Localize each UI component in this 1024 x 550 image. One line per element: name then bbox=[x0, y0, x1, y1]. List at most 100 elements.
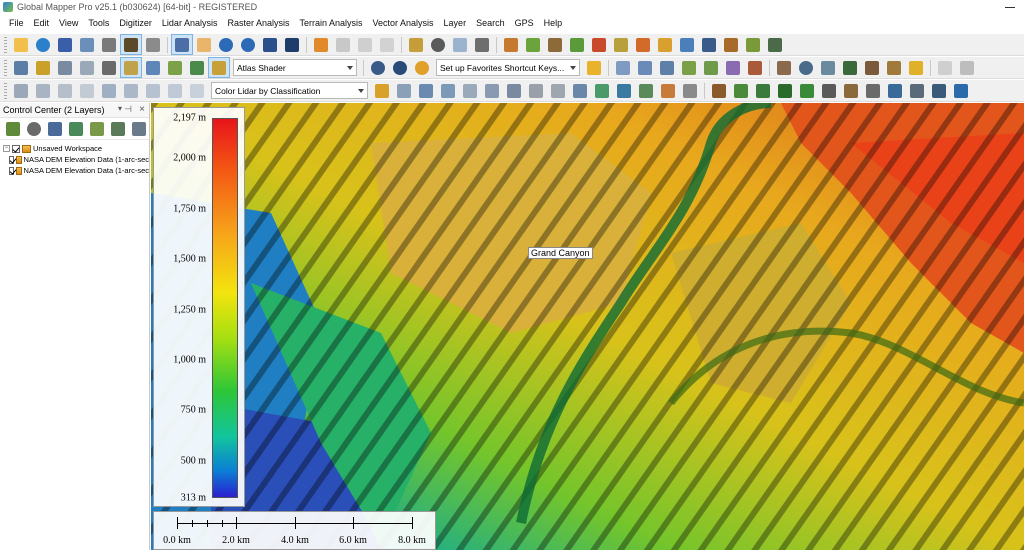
full-view-button[interactable] bbox=[282, 35, 302, 54]
vertex-tool-1-button[interactable] bbox=[11, 81, 31, 100]
terrain-tool-3-button[interactable] bbox=[545, 35, 565, 54]
classify-10-button[interactable] bbox=[907, 81, 927, 100]
digitizer-button[interactable] bbox=[311, 35, 331, 54]
vertex-tool-7-button[interactable] bbox=[143, 81, 163, 100]
vertex-tool-6-button[interactable] bbox=[121, 81, 141, 100]
terrain-tool-2-button[interactable] bbox=[523, 35, 543, 54]
vertex-tool-5-button[interactable] bbox=[99, 81, 119, 100]
terrain-tool-13-button[interactable] bbox=[765, 35, 785, 54]
cc-options-button[interactable] bbox=[25, 119, 44, 138]
terrain-tool-12-button[interactable] bbox=[743, 35, 763, 54]
lidar-tool-5-button[interactable] bbox=[701, 58, 721, 77]
raster-tool-3-button[interactable] bbox=[55, 58, 75, 77]
terrain-tool-8-button[interactable] bbox=[655, 35, 675, 54]
vertex-tool-4-button[interactable] bbox=[77, 81, 97, 100]
classify-1-button[interactable] bbox=[709, 81, 729, 100]
settings-button[interactable] bbox=[390, 58, 410, 77]
menu-view[interactable]: View bbox=[54, 18, 83, 28]
lidar-tool-l-button[interactable] bbox=[636, 81, 656, 100]
toolbar-grip[interactable] bbox=[4, 82, 7, 99]
export-button[interactable] bbox=[77, 35, 97, 54]
menu-digitizer[interactable]: Digitizer bbox=[114, 18, 157, 28]
lidar-tool-b-button[interactable] bbox=[416, 81, 436, 100]
daylight-button[interactable] bbox=[412, 58, 432, 77]
zoom-out-button[interactable] bbox=[238, 35, 258, 54]
edit-vertices-button[interactable] bbox=[333, 35, 353, 54]
back-button[interactable] bbox=[260, 35, 280, 54]
cc-layers-button[interactable] bbox=[67, 119, 86, 138]
layer-checkbox[interactable] bbox=[9, 155, 15, 164]
menu-terrain-analysis[interactable]: Terrain Analysis bbox=[294, 18, 367, 28]
lidar-tool-7-button[interactable] bbox=[745, 58, 765, 77]
projection-button[interactable] bbox=[368, 58, 388, 77]
terrain-tool-6-button[interactable] bbox=[611, 35, 631, 54]
raster-tool-5-button[interactable] bbox=[99, 58, 119, 77]
terrain-tool-7-button[interactable] bbox=[633, 35, 653, 54]
lidar-tool-4-button[interactable] bbox=[679, 58, 699, 77]
lidar-tool-g-button[interactable] bbox=[526, 81, 546, 100]
menu-file[interactable]: File bbox=[4, 18, 29, 28]
raster-tool-7-button[interactable] bbox=[143, 58, 163, 77]
lidar-filter-button[interactable] bbox=[372, 81, 392, 100]
open-file-button[interactable] bbox=[11, 35, 31, 54]
feature-info-button[interactable] bbox=[428, 35, 448, 54]
terrain-tool-1-button[interactable] bbox=[501, 35, 521, 54]
path-profile-button[interactable] bbox=[472, 35, 492, 54]
vertex-tool-2-button[interactable] bbox=[33, 81, 53, 100]
menu-vector-analysis[interactable]: Vector Analysis bbox=[368, 18, 439, 28]
close-icon[interactable]: × bbox=[139, 104, 145, 115]
lidar-tool-e-button[interactable] bbox=[482, 81, 502, 100]
lidar-tool-6-button[interactable] bbox=[723, 58, 743, 77]
analysis-tool-2-button[interactable] bbox=[796, 58, 816, 77]
terrain-tool-9-button[interactable] bbox=[677, 35, 697, 54]
menu-layer[interactable]: Layer bbox=[439, 18, 472, 28]
vertex-tool-9-button[interactable] bbox=[187, 81, 207, 100]
cc-zoom-layer-button[interactable] bbox=[87, 119, 106, 138]
toolbar-grip[interactable] bbox=[4, 36, 7, 53]
layer-node[interactable]: NASA DEM Elevation Data (1-arc-sec bbox=[3, 165, 149, 176]
chevron-down-icon[interactable]: ▾ bbox=[118, 104, 122, 113]
classify-7-button[interactable] bbox=[841, 81, 861, 100]
vertex-tool-3-button[interactable] bbox=[55, 81, 75, 100]
raster-tool-8-button[interactable] bbox=[165, 58, 185, 77]
analysis-tool-9-button[interactable] bbox=[957, 58, 977, 77]
collapse-icon[interactable]: − bbox=[3, 145, 10, 152]
menu-search[interactable]: Search bbox=[471, 18, 510, 28]
menu-raster-analysis[interactable]: Raster Analysis bbox=[222, 18, 294, 28]
overview-map-button[interactable] bbox=[143, 35, 163, 54]
terrain-tool-11-button[interactable] bbox=[721, 35, 741, 54]
lidar-tool-1-button[interactable] bbox=[613, 58, 633, 77]
classify-12-button[interactable] bbox=[951, 81, 971, 100]
terrain-tool-5-button[interactable] bbox=[589, 35, 609, 54]
zoom-in-button[interactable] bbox=[216, 35, 236, 54]
lidar-tool-h-button[interactable] bbox=[548, 81, 568, 100]
raster-tool-1-button[interactable] bbox=[11, 58, 31, 77]
measure-button[interactable] bbox=[406, 35, 426, 54]
raster-tool-2-button[interactable] bbox=[33, 58, 53, 77]
lidar-color-select[interactable]: Color Lidar by Classification bbox=[211, 82, 368, 99]
menu-gps[interactable]: GPS bbox=[510, 18, 539, 28]
favorites-select[interactable]: Set up Favorites Shortcut Keys... bbox=[436, 59, 580, 76]
zoom-tool-button[interactable] bbox=[171, 34, 193, 55]
raster-tool-6-button[interactable] bbox=[120, 57, 142, 78]
favorites-run-button[interactable] bbox=[584, 58, 604, 77]
classify-8-button[interactable] bbox=[863, 81, 883, 100]
menu-tools[interactable]: Tools bbox=[83, 18, 114, 28]
classify-2-button[interactable] bbox=[731, 81, 751, 100]
pan-tool-button[interactable] bbox=[194, 35, 214, 54]
classify-6-button[interactable] bbox=[819, 81, 839, 100]
map-view[interactable]: Grand Canyon 2,197 m 2,000 m 1,750 m 1,5… bbox=[151, 103, 1024, 550]
terrain-tool-10-button[interactable] bbox=[699, 35, 719, 54]
lidar-tool-m-button[interactable] bbox=[658, 81, 678, 100]
classify-11-button[interactable] bbox=[929, 81, 949, 100]
cc-table-button[interactable] bbox=[46, 119, 65, 138]
pin-icon[interactable]: ⊣ bbox=[124, 104, 132, 115]
lidar-tool-c-button[interactable] bbox=[438, 81, 458, 100]
layer-node[interactable]: NASA DEM Elevation Data (1-arc-sec bbox=[3, 154, 149, 165]
workspace-checkbox[interactable] bbox=[12, 144, 20, 153]
terrain-tool-4-button[interactable] bbox=[567, 35, 587, 54]
toolbar-grip[interactable] bbox=[4, 59, 7, 76]
analysis-tool-7-button[interactable] bbox=[906, 58, 926, 77]
analysis-tool-5-button[interactable] bbox=[862, 58, 882, 77]
cc-visibility-button[interactable] bbox=[108, 119, 127, 138]
